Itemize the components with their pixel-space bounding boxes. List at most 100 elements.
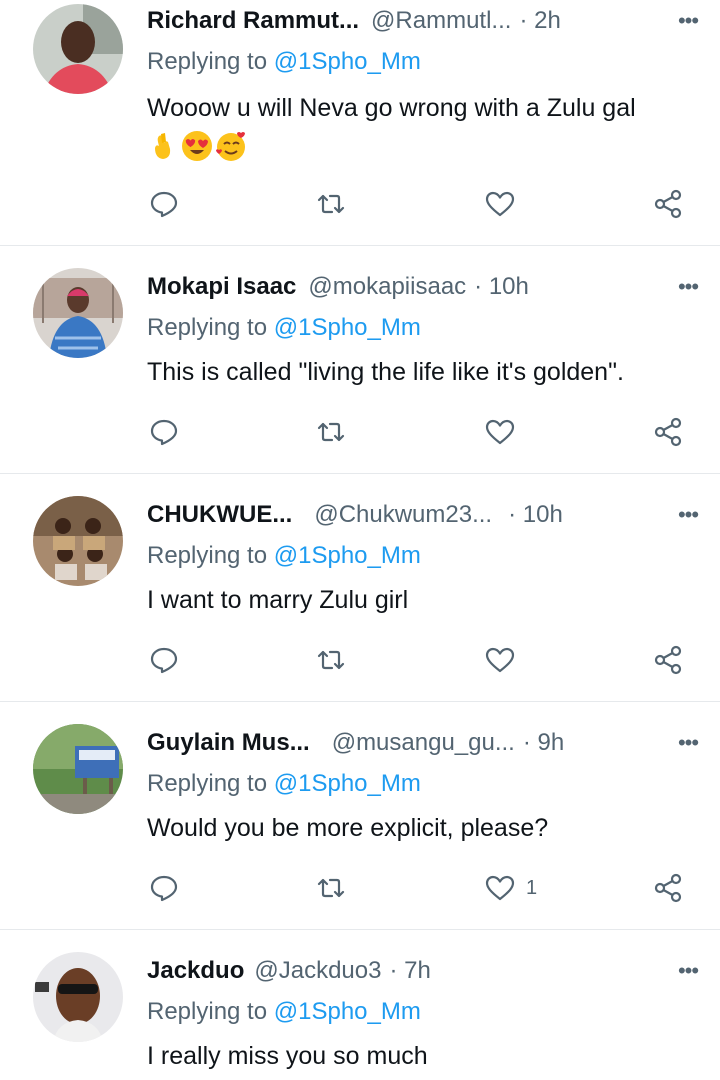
avatar[interactable]	[33, 268, 123, 358]
author-name[interactable]: Mokapi Isaac	[147, 273, 296, 301]
reply-text: This is called "living the life like it'…	[147, 358, 624, 386]
replying-label: Replying to	[147, 998, 268, 1025]
timestamp[interactable]: · 7h	[389, 957, 430, 985]
author-handle[interactable]: @mokapiisaac	[308, 273, 466, 301]
emoji-row	[147, 130, 700, 162]
action-bar	[0, 640, 720, 680]
replying-label: Replying to	[147, 314, 268, 341]
author-name[interactable]: CHUKWUE...	[147, 501, 292, 529]
action-bar	[0, 412, 720, 452]
avatar[interactable]	[33, 4, 123, 94]
avatar[interactable]	[33, 952, 123, 1042]
reply-button[interactable]	[148, 184, 180, 224]
share-icon	[654, 189, 682, 219]
mention-link[interactable]: @1Spho_Mm	[274, 542, 421, 569]
more-dots-icon[interactable]: •••	[668, 4, 708, 38]
retweet-icon	[317, 422, 345, 442]
more-dots-icon[interactable]: •••	[668, 498, 708, 532]
retweet-button[interactable]	[315, 184, 347, 224]
avatar-image	[33, 4, 123, 94]
reply-item[interactable]: Jackduo @Jackduo3 · 7h ••• Replying to @…	[0, 930, 720, 1080]
more-dots-icon[interactable]: •••	[668, 270, 708, 304]
avatar-image	[33, 268, 123, 358]
retweet-button[interactable]	[315, 640, 347, 680]
reply-item[interactable]: Guylain Mus... @musangu_gu... · 9h ••• R…	[0, 702, 720, 930]
share-icon	[654, 417, 682, 447]
replying-to: Replying to @1Spho_Mm	[147, 542, 421, 570]
mention-link[interactable]: @1Spho_Mm	[274, 998, 421, 1025]
replying-label: Replying to	[147, 542, 268, 569]
avatar[interactable]	[33, 496, 123, 586]
like-count: 1	[526, 876, 538, 899]
avatar-image	[33, 496, 123, 586]
reply-bubble-icon	[150, 191, 178, 218]
share-button[interactable]	[652, 640, 684, 680]
author-name[interactable]: Guylain Mus...	[147, 729, 310, 757]
share-icon	[654, 873, 682, 903]
heart-icon	[485, 647, 515, 673]
reply-button[interactable]	[148, 412, 180, 452]
replying-to: Replying to @1Spho_Mm	[147, 48, 421, 76]
more-dots-icon[interactable]: •••	[668, 726, 708, 760]
avatar-image	[33, 952, 123, 1042]
share-icon	[654, 645, 682, 675]
heart-icon	[485, 419, 515, 445]
mention-link[interactable]: @1Spho_Mm	[274, 48, 421, 75]
reply-bubble-icon	[150, 875, 178, 902]
avatar[interactable]	[33, 724, 123, 814]
reply-header: Mokapi Isaac @mokapiisaac · 10h	[147, 270, 690, 304]
author-handle[interactable]: @musangu_gu...	[332, 729, 515, 757]
author-handle[interactable]: @Rammutl...	[371, 7, 511, 35]
retweet-button[interactable]	[315, 412, 347, 452]
reply-header: CHUKWUE... @Chukwum23... · 10h	[147, 498, 690, 532]
replying-label: Replying to	[147, 770, 268, 797]
author-handle[interactable]: @Chukwum23...	[314, 501, 492, 529]
reply-header: Guylain Mus... @musangu_gu... · 9h	[147, 726, 690, 760]
heart-icon	[485, 191, 515, 217]
crossed-fingers-emoji-icon	[155, 133, 171, 159]
timestamp[interactable]: · 9h	[523, 729, 564, 757]
smiling-hearts-emoji-icon	[216, 132, 245, 161]
reply-button[interactable]	[148, 868, 180, 908]
avatar-image	[33, 724, 123, 814]
reply-text: I want to marry Zulu girl	[147, 586, 409, 614]
replying-to: Replying to @1Spho_Mm	[147, 770, 421, 798]
reply-header: Jackduo @Jackduo3 · 7h	[147, 954, 690, 988]
reply-text-body: Wooow u will Neva go wrong with a Zulu g…	[147, 94, 636, 122]
share-button[interactable]	[652, 868, 684, 908]
author-name[interactable]: Richard Rammut...	[147, 7, 359, 35]
reply-item[interactable]: Richard Rammut... @Rammutl... · 2h ••• R…	[0, 0, 720, 246]
reply-text: Would you be more explicit, please?	[147, 814, 549, 842]
replying-to: Replying to @1Spho_Mm	[147, 998, 421, 1026]
reply-bubble-icon	[150, 647, 178, 674]
action-bar: 1	[0, 868, 720, 908]
retweet-icon	[317, 650, 345, 670]
like-button[interactable]: 1	[484, 868, 537, 908]
author-name[interactable]: Jackduo	[147, 957, 244, 985]
retweet-icon	[317, 878, 345, 898]
reply-text: I really miss you so much	[147, 1042, 428, 1070]
timestamp[interactable]: · 2h	[519, 7, 560, 35]
reply-button[interactable]	[148, 640, 180, 680]
retweet-icon	[317, 194, 345, 214]
reply-item[interactable]: CHUKWUE... @Chukwum23... · 10h ••• Reply…	[0, 474, 720, 702]
reply-header: Richard Rammut... @Rammutl... · 2h	[147, 4, 690, 38]
replying-to: Replying to @1Spho_Mm	[147, 314, 421, 342]
timestamp[interactable]: · 10h	[474, 273, 529, 301]
share-button[interactable]	[652, 412, 684, 452]
heart-icon	[485, 875, 515, 901]
reply-bubble-icon	[150, 419, 178, 446]
reply-item[interactable]: Mokapi Isaac @mokapiisaac · 10h ••• Repl…	[0, 246, 720, 474]
like-button[interactable]	[484, 640, 526, 680]
action-bar	[0, 184, 720, 224]
replying-label: Replying to	[147, 48, 268, 75]
retweet-button[interactable]	[315, 868, 347, 908]
mention-link[interactable]: @1Spho_Mm	[274, 314, 421, 341]
like-button[interactable]	[484, 412, 526, 452]
timestamp[interactable]: · 10h	[508, 501, 563, 529]
share-button[interactable]	[652, 184, 684, 224]
mention-link[interactable]: @1Spho_Mm	[274, 770, 421, 797]
like-button[interactable]	[484, 184, 526, 224]
author-handle[interactable]: @Jackduo3	[254, 957, 381, 985]
more-dots-icon[interactable]: •••	[668, 954, 708, 988]
